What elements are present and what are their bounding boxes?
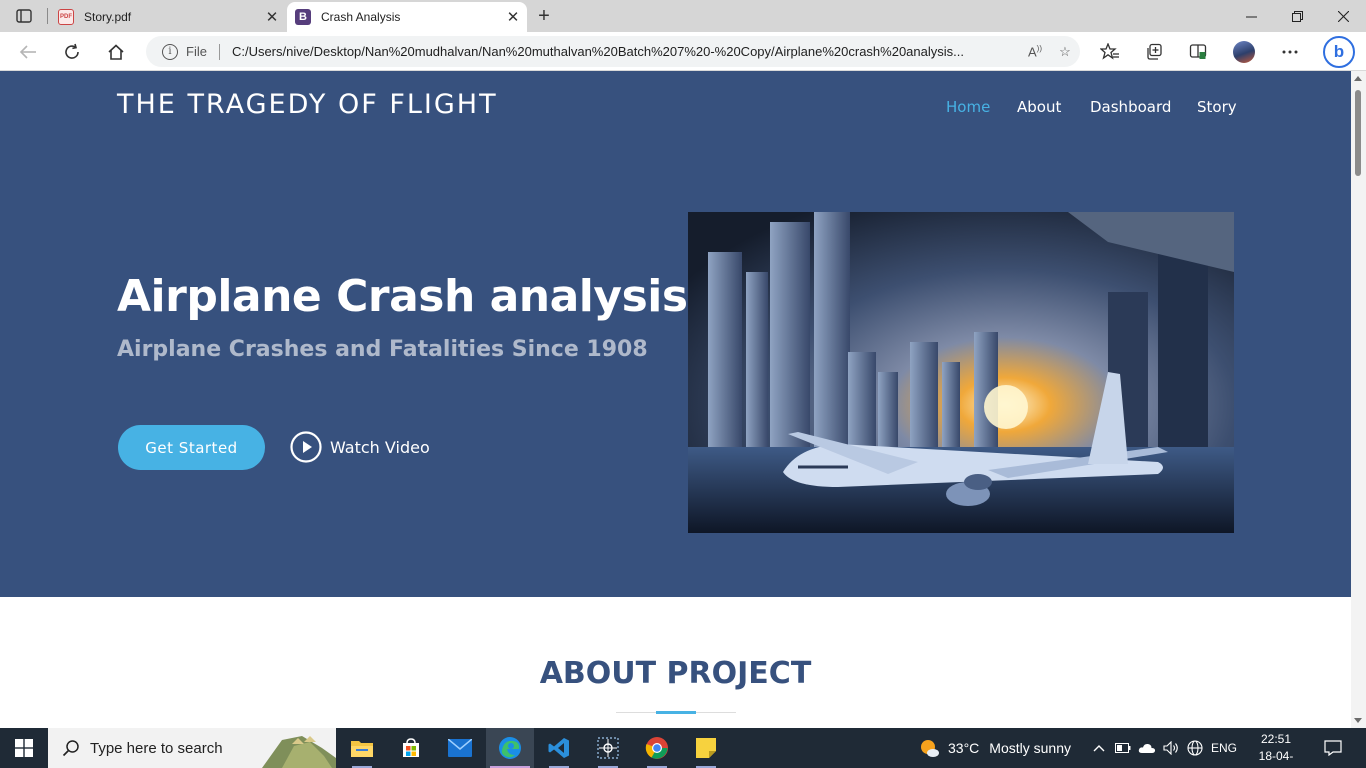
tab-story-pdf[interactable]: PDF Story.pdf ✕ <box>50 2 286 32</box>
hero-subtitle: Airplane Crashes and Fatalities Since 19… <box>117 337 648 362</box>
collections-icon[interactable] <box>1139 37 1169 67</box>
close-window-button[interactable] <box>1320 0 1366 32</box>
watch-video-link[interactable]: Watch Video <box>290 431 430 463</box>
refresh-button[interactable] <box>57 37 87 67</box>
back-button[interactable] <box>13 37 43 67</box>
browser-toolbar: i File C:/Users/nive/Desktop/Nan%20mudha… <box>0 32 1366 71</box>
search-placeholder: Type here to search <box>90 739 223 757</box>
bing-chat-icon[interactable]: b <box>1323 36 1355 68</box>
sunny-weather-icon <box>921 740 939 757</box>
chrome-icon[interactable] <box>633 728 681 768</box>
favorites-icon[interactable] <box>1095 37 1125 67</box>
more-menu-icon[interactable] <box>1275 37 1305 67</box>
tab-title: Story.pdf <box>84 10 132 24</box>
battery-icon[interactable] <box>1113 728 1133 768</box>
clock-date: 18-04-2023 <box>1258 749 1294 768</box>
get-started-button[interactable]: Get Started <box>118 425 265 470</box>
language-indicator[interactable]: ENG <box>1208 728 1240 768</box>
address-bar[interactable]: i File C:/Users/nive/Desktop/Nan%20mudha… <box>146 36 1080 67</box>
play-circle-icon <box>290 431 322 463</box>
system-clock[interactable]: 22:51 18-04-2023 <box>1246 731 1306 768</box>
clock-time: 22:51 <box>1260 732 1292 746</box>
nav-home[interactable]: Home <box>946 98 990 116</box>
close-icon[interactable]: ✕ <box>499 8 527 26</box>
file-explorer-icon[interactable] <box>338 728 386 768</box>
search-highlight-illustration <box>262 736 336 768</box>
pdf-icon: PDF <box>58 9 74 25</box>
vscode-icon[interactable] <box>535 728 583 768</box>
weather-widget[interactable]: 33°C Mostly sunny <box>918 728 1071 768</box>
add-favorite-icon[interactable]: ☆ <box>1050 44 1080 60</box>
search-icon <box>62 740 79 757</box>
hero-image-airplane-crash <box>688 212 1234 533</box>
scroll-up-icon[interactable] <box>1354 76 1362 81</box>
tab-separator <box>47 8 48 24</box>
nav-dashboard[interactable]: Dashboard <box>1090 98 1171 116</box>
weather-condition: Mostly sunny <box>989 740 1071 756</box>
page-scrollbar[interactable] <box>1351 71 1366 728</box>
chevron-up-icon[interactable] <box>1090 728 1108 768</box>
weather-temperature: 33°C <box>948 740 980 756</box>
notification-center-icon[interactable] <box>1318 728 1348 768</box>
edge-browser-icon[interactable] <box>486 728 534 768</box>
page-viewport: THE TRAGEDY OF FLIGHT Home About Dashboa… <box>0 71 1351 728</box>
restore-button[interactable] <box>1274 0 1320 32</box>
address-divider <box>218 43 220 60</box>
url-scheme: File <box>186 44 207 59</box>
tab-title: Crash Analysis <box>321 10 401 24</box>
taskbar-search[interactable]: Type here to search <box>48 728 336 768</box>
url-text[interactable]: C:/Users/nive/Desktop/Nan%20mudhalvan/Na… <box>232 44 1020 59</box>
nav-about[interactable]: About <box>1017 98 1061 116</box>
sticky-notes-icon[interactable] <box>682 728 730 768</box>
about-heading: ABOUT PROJECT <box>539 656 812 691</box>
scroll-down-icon[interactable] <box>1354 718 1362 723</box>
volume-icon[interactable] <box>1160 728 1182 768</box>
bootstrap-icon: B <box>295 9 311 25</box>
microsoft-store-icon[interactable] <box>387 728 435 768</box>
about-divider-accent <box>656 711 696 714</box>
close-icon[interactable]: ✕ <box>258 8 286 26</box>
home-button[interactable] <box>101 37 131 67</box>
profile-avatar[interactable] <box>1233 41 1255 63</box>
snipping-tool-icon[interactable] <box>584 728 632 768</box>
tab-actions-icon[interactable] <box>8 4 40 28</box>
read-aloud-icon[interactable]: A)) <box>1020 44 1050 59</box>
windows-start-button[interactable] <box>0 728 48 768</box>
browser-tab-strip: PDF Story.pdf ✕ B Crash Analysis ✕ + <box>0 0 1366 32</box>
mail-icon[interactable] <box>436 728 484 768</box>
scrollbar-thumb[interactable] <box>1355 90 1361 176</box>
tab-crash-analysis[interactable]: B Crash Analysis ✕ <box>287 2 527 32</box>
browser-essentials-icon[interactable] <box>1183 37 1213 67</box>
site-logo[interactable]: THE TRAGEDY OF FLIGHT <box>117 89 498 120</box>
info-icon[interactable]: i <box>162 43 178 60</box>
watch-video-label: Watch Video <box>330 437 430 457</box>
network-globe-icon[interactable] <box>1185 728 1205 768</box>
minimize-button[interactable] <box>1228 0 1274 32</box>
nav-story[interactable]: Story <box>1197 98 1237 116</box>
new-tab-button[interactable]: + <box>532 4 556 28</box>
hero-title: Airplane Crash analysis <box>117 271 688 322</box>
hero-section: THE TRAGEDY OF FLIGHT Home About Dashboa… <box>0 71 1351 597</box>
windows-taskbar: Type here to search 33°C Mostly sunny EN… <box>0 728 1366 768</box>
onedrive-cloud-icon[interactable] <box>1137 728 1157 768</box>
